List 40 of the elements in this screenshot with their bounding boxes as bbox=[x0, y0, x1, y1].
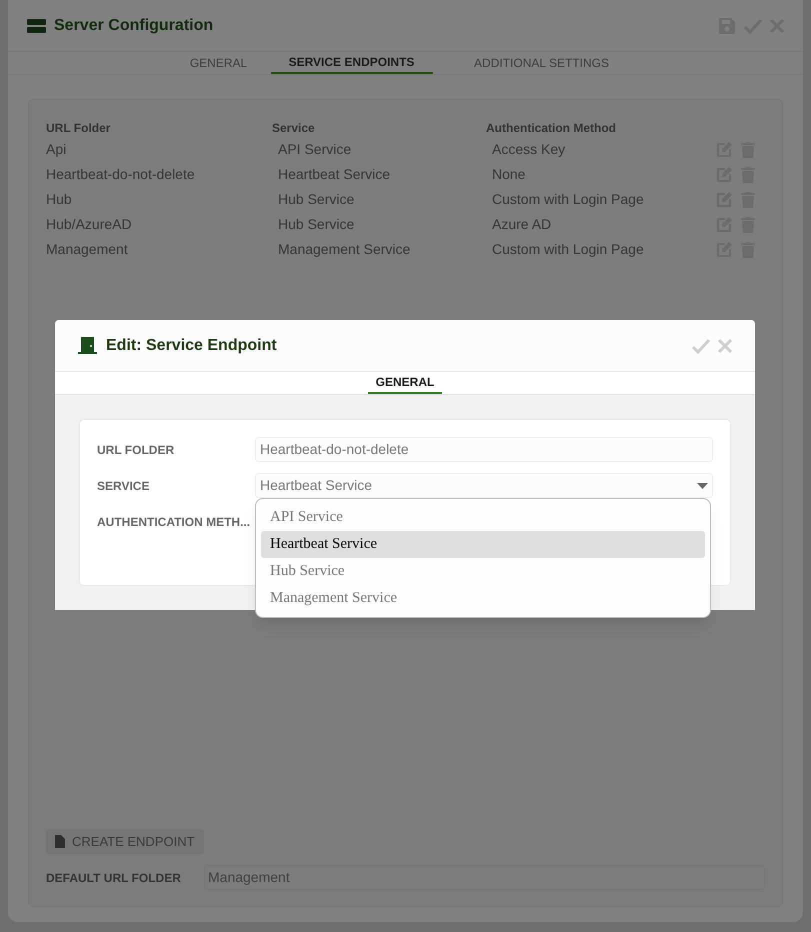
input-field[interactable]: Heartbeat-do-not-delete bbox=[255, 437, 713, 462]
dropdown-option[interactable]: Hub Service bbox=[261, 558, 705, 585]
table-cell-text: Azure AD bbox=[491, 215, 552, 234]
field-label: SERVICE bbox=[97, 478, 150, 494]
field-label: AUTHENTICATION METH... bbox=[97, 514, 252, 530]
input-field[interactable]: Management bbox=[204, 865, 765, 890]
table-cell-text: API Service bbox=[277, 140, 352, 159]
table-cell-text: Access Key bbox=[491, 140, 566, 159]
table-cell-text: None bbox=[491, 165, 526, 184]
tab[interactable]: SERVICE ENDPOINTS bbox=[270, 52, 432, 74]
table-cell-text: Management bbox=[46, 240, 129, 259]
select-field[interactable]: Heartbeat Service bbox=[255, 473, 713, 498]
table-cell-text: Heartbeat Service bbox=[277, 165, 392, 184]
window-title: Server Configuration bbox=[54, 16, 214, 36]
column-header: Authentication Method bbox=[486, 120, 617, 137]
create-endpoint-button[interactable]: CREATE ENDPOINT bbox=[46, 829, 204, 854]
server-icon bbox=[27, 18, 46, 34]
field-label: URL FOLDER bbox=[97, 442, 176, 458]
dropdown-option[interactable]: Heartbeat Service bbox=[261, 531, 705, 558]
caret-icon bbox=[697, 482, 708, 488]
table-cell-text: Management Service bbox=[277, 240, 412, 259]
column-header: URL Folder bbox=[46, 120, 112, 137]
tab[interactable]: GENERAL bbox=[166, 52, 270, 74]
document-icon bbox=[55, 835, 65, 848]
table-cell-text: Hub Service bbox=[277, 190, 356, 209]
table-cell-text: Custom with Login Page bbox=[491, 190, 645, 209]
door-icon bbox=[78, 337, 97, 354]
field-label: DEFAULT URL FOLDER bbox=[46, 870, 182, 886]
table-cell-text: Hub bbox=[46, 190, 73, 209]
table-cell-text: Custom with Login Page bbox=[491, 240, 645, 259]
tab[interactable]: ADDITIONAL SETTINGS bbox=[432, 52, 650, 74]
table-cell-text: Heartbeat-do-not-delete bbox=[46, 165, 196, 184]
table-cell-text: Api bbox=[46, 140, 68, 159]
dropdown-option[interactable]: Management Service bbox=[261, 585, 705, 612]
tab[interactable]: GENERAL bbox=[368, 372, 442, 394]
table-cell-text: Hub Service bbox=[277, 215, 356, 234]
dropdown-option[interactable]: API Service bbox=[261, 504, 705, 531]
column-header: Service bbox=[272, 120, 316, 137]
table-cell-text: Hub/AzureAD bbox=[46, 215, 133, 234]
dialog-title: Edit: Service Endpoint bbox=[106, 336, 277, 356]
